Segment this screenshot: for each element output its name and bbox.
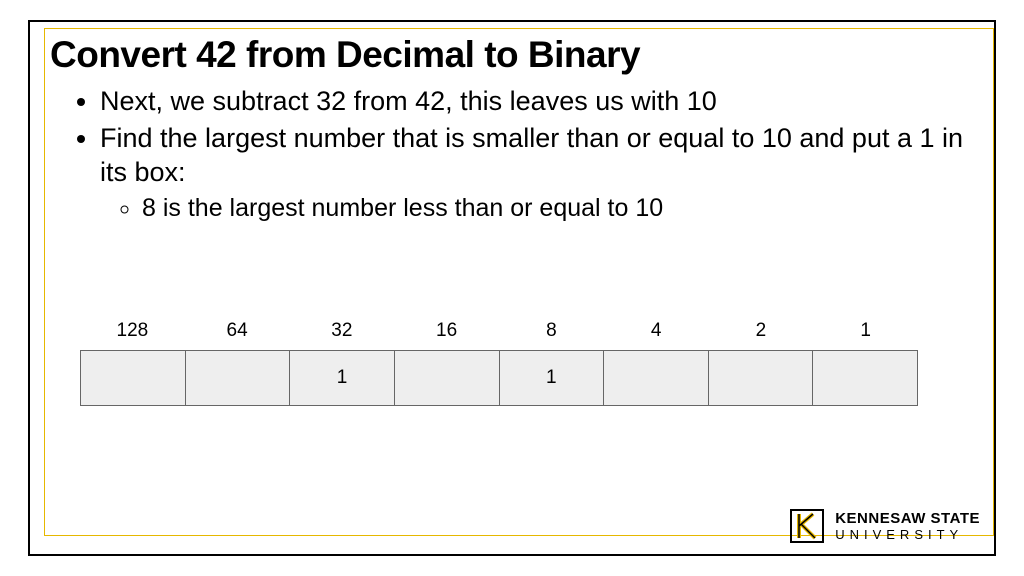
bullet-text: Find the largest number that is smaller … [100,123,963,188]
slide-content: Convert 42 from Decimal to Binary Next, … [50,34,976,528]
table-header-cell: 2 [709,320,814,342]
ksu-logo-icon [787,506,827,546]
table-header-cell: 128 [80,320,185,342]
table-header-cell: 32 [290,320,395,342]
table-header-cell: 64 [185,320,290,342]
slide-title: Convert 42 from Decimal to Binary [50,34,976,76]
table-value-cell [813,351,917,405]
sub-bullet-item: 8 is the largest number less than or equ… [142,192,976,224]
table-value-cell [81,351,186,405]
table-header-cell: 1 [813,320,918,342]
table-header-row: 128 64 32 16 8 4 2 1 [80,320,918,342]
table-value-cell [186,351,291,405]
table-value-cell: 1 [500,351,605,405]
logo-text: KENNESAW STATE UNIVERSITY [835,511,980,541]
table-header-cell: 16 [394,320,499,342]
table-value-cell: 1 [290,351,395,405]
table-value-row: 1 1 [80,350,918,406]
table-header-cell: 8 [499,320,604,342]
bullet-item: Next, we subtract 32 from 42, this leave… [100,84,976,119]
logo-line2: UNIVERSITY [835,528,980,541]
bullet-item: Find the largest number that is smaller … [100,121,976,224]
sub-bullet-list: 8 is the largest number less than or equ… [100,192,976,224]
table-value-cell [604,351,709,405]
logo-line1: KENNESAW STATE [835,511,980,526]
table-value-cell [709,351,814,405]
table-value-cell [395,351,500,405]
table-header-cell: 4 [604,320,709,342]
binary-table: 128 64 32 16 8 4 2 1 1 1 [80,320,918,406]
bullet-list: Next, we subtract 32 from 42, this leave… [50,84,976,224]
university-logo: KENNESAW STATE UNIVERSITY [787,506,980,546]
